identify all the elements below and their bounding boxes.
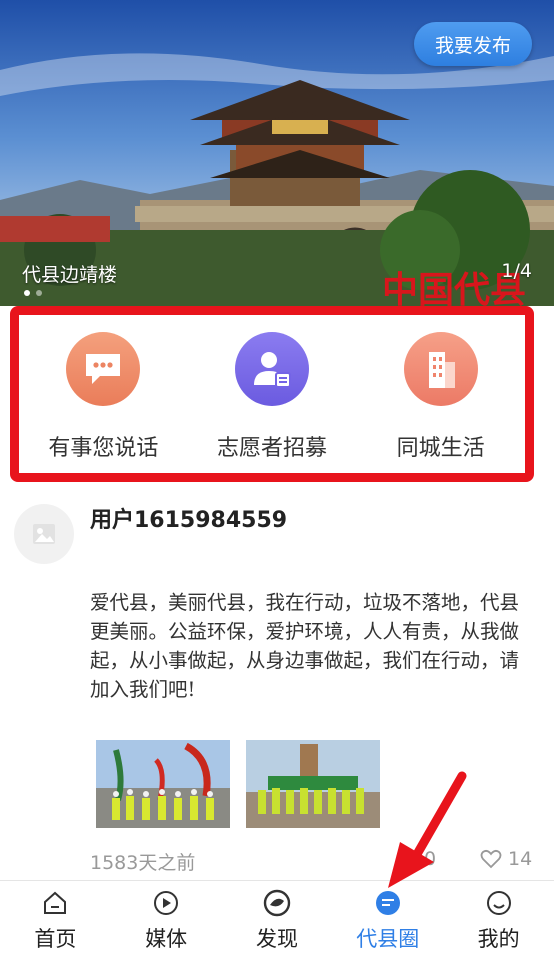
quick-action-label: 有事您说话 — [48, 436, 159, 461]
smile-icon — [485, 889, 513, 917]
quick-action-volunteer[interactable]: 志愿者招募 — [188, 314, 357, 472]
banner-carousel[interactable]: 中国代县 我要发布 代县边靖楼 1/4 — [0, 0, 554, 306]
banner-page-indicator: 1/4 — [501, 260, 532, 282]
comment-count: 0 — [424, 848, 437, 870]
post-card[interactable]: 用户1615984559 爱代县，美丽代县，我在行动，垃圾不落地，代县更美丽。公… — [0, 482, 554, 880]
banner-caption: 代县边靖楼 — [22, 264, 118, 286]
nav-item-discover[interactable]: 发现 — [222, 881, 333, 954]
avatar-placeholder-icon — [33, 524, 55, 544]
nav-item-mine[interactable]: 我的 — [443, 881, 554, 954]
nav-label: 发现 — [255, 927, 298, 951]
home-icon — [41, 889, 69, 917]
nav-item-media[interactable]: 媒体 — [111, 881, 222, 954]
avatar[interactable] — [14, 504, 74, 564]
message-icon — [374, 889, 402, 917]
nav-label: 媒体 — [145, 927, 188, 951]
post-text: 爱代县，美丽代县，我在行动，垃圾不落地，代县更美丽。公益环保，爱护环境，人人有责… — [90, 591, 520, 701]
quick-action-label: 志愿者招募 — [217, 436, 328, 461]
play-icon — [152, 889, 180, 917]
post-timestamp: 1583天之前 — [90, 852, 196, 874]
bottom-navigation: 首页 媒体 发现 代县圈 我的 — [0, 880, 554, 954]
nav-item-home[interactable]: 首页 — [0, 881, 111, 954]
building-icon — [403, 332, 478, 406]
post-photo[interactable] — [96, 740, 230, 828]
quick-actions: 有事您说话 志愿者招募 同城生活 — [19, 314, 525, 472]
chat-bubble-icon — [66, 332, 141, 406]
heart-icon — [480, 849, 502, 869]
nav-label: 代县圈 — [356, 927, 420, 951]
quick-action-talk[interactable]: 有事您说话 — [19, 314, 188, 472]
publish-button[interactable]: 我要发布 — [414, 22, 532, 66]
nav-label: 首页 — [34, 927, 77, 951]
discover-icon — [263, 889, 291, 917]
nav-item-daixian-circle[interactable]: 代县圈 — [332, 881, 443, 954]
quick-action-city-life[interactable]: 同城生活 — [356, 314, 525, 472]
carousel-dots — [24, 290, 42, 296]
post-photo[interactable] — [246, 740, 380, 828]
like-button[interactable]: 14 — [480, 848, 532, 870]
nav-label: 我的 — [477, 927, 520, 951]
volunteer-person-icon — [235, 332, 309, 406]
post-username[interactable]: 用户1615984559 — [90, 502, 287, 534]
carousel-dot[interactable] — [36, 290, 42, 296]
quick-action-label: 同城生活 — [396, 436, 485, 461]
comment-button[interactable]: 0 — [424, 848, 436, 870]
like-count: 14 — [508, 848, 533, 870]
carousel-dot[interactable] — [24, 290, 30, 296]
